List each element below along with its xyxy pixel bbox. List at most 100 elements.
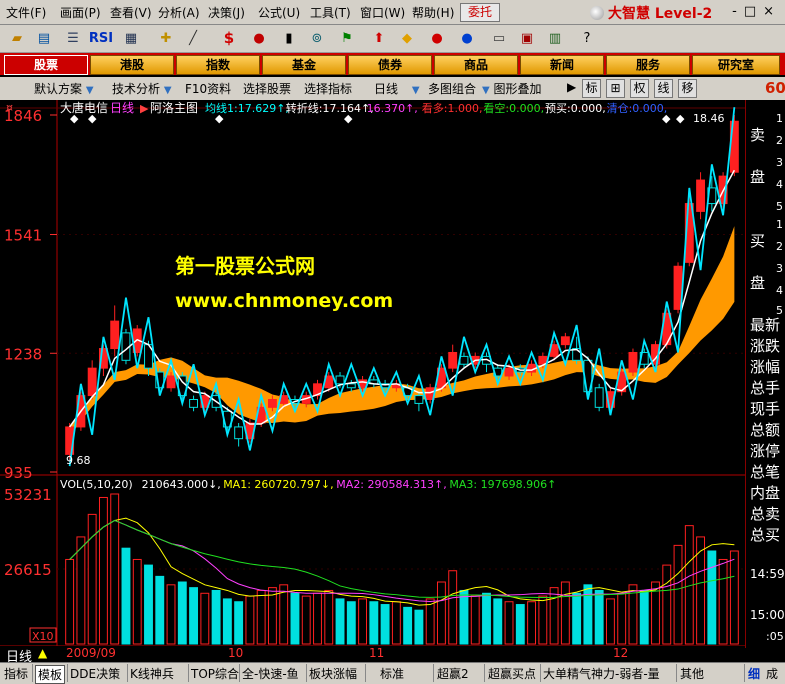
tab-other[interactable]: 其他: [680, 665, 704, 682]
notepad-icon[interactable]: ▭: [488, 29, 510, 48]
line-button[interactable]: 线: [654, 79, 673, 98]
menu-decision[interactable]: 决策(J): [208, 4, 245, 21]
toolbar: ▰ ▤ ☰ RSI ▦ ✚ ╱ $ ● ▮ ⊚ ⚑ ⬆ ◆ ● ● ▭ ▣ ▥ …: [0, 25, 785, 53]
weituo-button[interactable]: 委托: [460, 3, 500, 22]
volume-bar: [493, 598, 503, 645]
buy-level: 3: [776, 262, 783, 275]
move-button[interactable]: 移: [678, 79, 697, 98]
menu-analysis[interactable]: 分析(A): [158, 4, 200, 21]
period-select-label: 日线: [374, 82, 399, 96]
trade-button[interactable]: 成: [766, 665, 778, 682]
overlay-label: 图形叠加: [493, 82, 542, 96]
finance-dollar-icon[interactable]: $: [218, 29, 240, 48]
category-commodities[interactable]: 商品: [434, 55, 518, 75]
volume-bar: [448, 570, 458, 645]
red-ball-icon[interactable]: ●: [426, 29, 448, 48]
tab-big-order-energy[interactable]: 大单精气神力-弱者-量: [543, 665, 660, 682]
volume-bar: [583, 584, 593, 645]
volume-bar: [267, 587, 277, 645]
traffic-light-icon[interactable]: ●: [248, 29, 270, 48]
menu-window[interactable]: 窗口(W): [360, 4, 405, 21]
crosshair-icon[interactable]: ✚: [155, 29, 177, 48]
tab-chaoying-buy[interactable]: 超赢买点: [488, 665, 536, 682]
bars-icon[interactable]: ▮: [278, 29, 300, 48]
dropdown-arrow-icon: ▼: [411, 85, 420, 96]
category-news[interactable]: 新闻: [520, 55, 604, 75]
grid-icon[interactable]: ▦: [120, 29, 142, 48]
select-stock-button[interactable]: 选择股票: [243, 80, 291, 97]
books-icon[interactable]: ▥: [544, 29, 566, 48]
menu-file[interactable]: 文件(F): [6, 4, 46, 21]
period-dropdown[interactable]: 日线 ▼: [374, 80, 420, 97]
calendar-icon[interactable]: ▣: [516, 29, 538, 48]
overlay-dropdown[interactable]: ▼ 图形叠加: [482, 80, 542, 97]
volume-bar: [358, 598, 368, 645]
tab-sector-gain[interactable]: 板块涨幅: [309, 665, 357, 682]
mark-button[interactable]: 标: [582, 79, 601, 98]
candle-body: [234, 426, 244, 440]
candle-body: [504, 367, 514, 377]
tab-dde[interactable]: DDE决策: [70, 665, 120, 682]
rsi-indicator-icon[interactable]: RSI: [88, 29, 114, 48]
tab-standard[interactable]: 标准: [380, 665, 404, 682]
chart-area[interactable]: 184615411238935◆ ◆ ◆ ◆ ◆ ◆ ¤ 大唐电信 日线 ▶ 阿洛主图 均…: [0, 100, 745, 648]
tab-indicators[interactable]: 指标: [4, 665, 28, 682]
buy-label-2: 盘: [750, 274, 766, 292]
multi-chart-button[interactable]: 多图组合: [428, 80, 476, 97]
tab-top-composite[interactable]: TOP综合: [191, 665, 239, 682]
tab-template[interactable]: 模板: [35, 665, 66, 684]
category-research[interactable]: 研究室: [692, 55, 780, 75]
play-icon[interactable]: ▶: [567, 80, 576, 94]
volume-bar: [324, 589, 334, 645]
volume-bar: [718, 558, 728, 645]
category-hk-stocks[interactable]: 港股: [90, 55, 174, 75]
menu-tools[interactable]: 工具(T): [310, 4, 351, 21]
grid-toggle-button[interactable]: ⊞: [606, 79, 625, 98]
blue-ball-icon[interactable]: ●: [456, 29, 478, 48]
help-icon[interactable]: ?: [576, 29, 598, 48]
up-arrow-box-icon[interactable]: ⬆: [368, 29, 390, 48]
diamond-warning-icon[interactable]: ◆: [396, 29, 418, 48]
flag-icon[interactable]: ⚑: [336, 29, 358, 48]
time-label: :05: [766, 630, 784, 643]
category-services[interactable]: 服务: [606, 55, 690, 75]
tab-separator: [67, 664, 68, 682]
rights-button[interactable]: 权: [630, 79, 649, 98]
volume-bar: [391, 601, 401, 645]
indicator-value: 均线1:17.629↑,: [205, 101, 289, 115]
select-indicator-button[interactable]: 选择指标: [304, 80, 352, 97]
draw-line-icon[interactable]: ╱: [182, 29, 204, 48]
tech-analysis-dropdown[interactable]: 技术分析 ▼: [112, 80, 172, 97]
volume-bar: [76, 536, 86, 645]
volume-bar: [256, 589, 266, 645]
menu-view-pane[interactable]: 画面(P): [60, 4, 101, 21]
stock-name: 大唐电信: [60, 100, 108, 115]
category-funds[interactable]: 基金: [262, 55, 346, 75]
menu-help[interactable]: 帮助(H): [412, 4, 454, 21]
f10-button[interactable]: F10资料: [185, 80, 231, 97]
window-controls[interactable]: -□×: [732, 4, 781, 19]
period-label: 日线: [110, 101, 134, 115]
volume-bar: [222, 598, 232, 645]
detail-button[interactable]: 细: [748, 665, 760, 682]
triangle-up-icon[interactable]: ▲: [38, 646, 47, 660]
menu-formula[interactable]: 公式(U): [258, 4, 300, 21]
folder-open-icon[interactable]: ▰: [6, 29, 28, 48]
volume-bar: [549, 587, 559, 645]
chart-window-icon[interactable]: ▤: [33, 29, 55, 48]
tab-separator: [540, 664, 541, 682]
stock-list-icon[interactable]: ☰: [62, 29, 84, 48]
dropdown-arrow-icon: ▼: [482, 85, 490, 96]
volume-bar: [605, 598, 615, 645]
tab-kline-magic[interactable]: K线神兵: [130, 665, 174, 682]
category-bonds[interactable]: 债券: [348, 55, 432, 75]
category-index[interactable]: 指数: [176, 55, 260, 75]
tab-chaoying2[interactable]: 超赢2: [437, 665, 469, 682]
menu-view[interactable]: 查看(V): [110, 4, 152, 21]
volume-bar: [290, 592, 300, 645]
binoculars-icon[interactable]: ⊚: [306, 29, 328, 48]
category-stocks[interactable]: 股票: [4, 55, 88, 75]
scheme-dropdown[interactable]: 默认方案 ▼: [34, 80, 94, 97]
tab-fast-fish[interactable]: 全-快速-鱼: [242, 665, 299, 682]
time-label: 15:00: [750, 608, 785, 622]
